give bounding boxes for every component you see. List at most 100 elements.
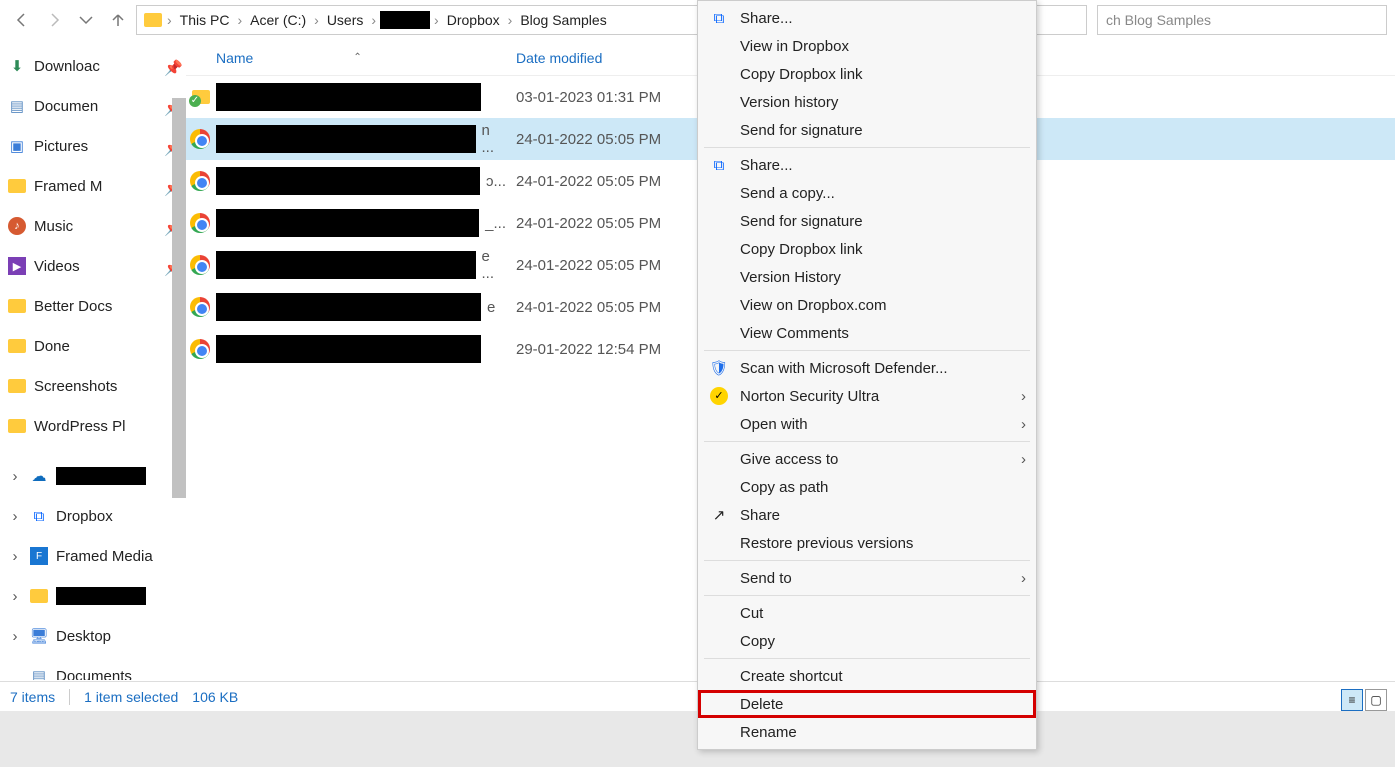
menu-item-send-to[interactable]: Send to› — [698, 564, 1036, 592]
menu-item-view-comments[interactable]: View Comments — [698, 319, 1036, 347]
sidebar-tree-dropbox[interactable]: › ⧉ Dropbox — [0, 496, 186, 536]
menu-item-label: Share... — [740, 10, 793, 27]
column-date[interactable]: Date modified — [506, 50, 706, 66]
file-name-redacted — [216, 83, 481, 111]
menu-item-label: View in Dropbox — [740, 38, 849, 55]
folder-icon — [30, 587, 48, 605]
crumb-this-pc[interactable]: This PC — [176, 10, 234, 30]
sidebar-item-music[interactable]: ♪ Music 📌 — [0, 206, 186, 246]
chevron-right-icon: › — [1021, 451, 1026, 468]
menu-item-create-shortcut[interactable]: Create shortcut — [698, 662, 1036, 690]
file-name-tail: n ... — [482, 122, 507, 156]
menu-separator — [704, 147, 1030, 148]
menu-item-cut[interactable]: Cut — [698, 599, 1036, 627]
sidebar-tree-documents[interactable]: ▤ Documents — [0, 656, 186, 680]
sidebar-item-documents[interactable]: ▤ Documen 📌 — [0, 86, 186, 126]
sidebar-item-label: Documents — [56, 668, 132, 681]
menu-item-norton-security-ultra[interactable]: ✓Norton Security Ultra› — [698, 382, 1036, 410]
sidebar-item-done[interactable]: Done — [0, 326, 186, 366]
menu-item-label: Send a copy... — [740, 185, 835, 202]
menu-item-send-a-copy[interactable]: Send a copy... — [698, 179, 1036, 207]
menu-item-copy-dropbox-link[interactable]: Copy Dropbox link — [698, 60, 1036, 88]
sidebar-tree-framed-media[interactable]: › F Framed Media — [0, 536, 186, 576]
menu-item-version-history[interactable]: Version history — [698, 88, 1036, 116]
sidebar-item-label: Framed M — [34, 178, 102, 195]
sidebar-item-pictures[interactable]: ▣ Pictures 📌 — [0, 126, 186, 166]
menu-item-label: Send to — [740, 570, 792, 587]
menu-item-send-for-signature[interactable]: Send for signature — [698, 207, 1036, 235]
file-name-redacted — [216, 251, 476, 279]
pictures-icon: ▣ — [8, 137, 26, 155]
menu-item-rename[interactable]: Rename — [698, 718, 1036, 746]
menu-item-scan-with-microsoft-defender[interactable]: 🛡Scan with Microsoft Defender... — [698, 354, 1036, 382]
norton-icon: ✓ — [708, 387, 730, 405]
file-date: 03-01-2023 01:31 PM — [506, 89, 706, 106]
separator — [69, 689, 70, 705]
crumb-blog-samples[interactable]: Blog Samples — [516, 10, 610, 30]
videos-icon: ▶ — [8, 257, 26, 275]
menu-item-copy[interactable]: Copy — [698, 627, 1036, 655]
context-menu: ⧉ Share... View in Dropbox Copy Dropbox lin… — [697, 0, 1037, 750]
column-name-label: Name — [216, 50, 253, 66]
menu-item-label: Delete — [740, 696, 783, 713]
menu-item-give-access-to[interactable]: Give access to› — [698, 445, 1036, 473]
search-input[interactable]: ch Blog Samples — [1097, 5, 1387, 35]
dropbox-icon: ⧉ — [708, 10, 730, 27]
view-large-button[interactable]: ▢ — [1365, 689, 1387, 711]
menu-item-label: Create shortcut — [740, 668, 843, 685]
sidebar-item-label: Screenshots — [34, 378, 117, 395]
chrome-icon — [190, 213, 210, 233]
sidebar-tree-desktop[interactable]: › 🖥 Desktop — [0, 616, 186, 656]
crumb-user-redacted[interactable] — [380, 11, 430, 29]
sidebar-item-downloads[interactable]: ⬇ Downloac 📌 — [0, 46, 186, 86]
pin-icon: 📌 — [164, 59, 178, 73]
sidebar-item-videos[interactable]: ▶ Videos 📌 — [0, 246, 186, 286]
nav-forward[interactable] — [40, 6, 68, 34]
menu-item-open-with[interactable]: Open with› — [698, 410, 1036, 438]
menu-item-view-in-dropbox[interactable]: View in Dropbox — [698, 32, 1036, 60]
menu-item-share[interactable]: ⧉Share... — [698, 151, 1036, 179]
crumb-drive[interactable]: Acer (C:) — [246, 10, 310, 30]
folder-icon — [8, 377, 26, 395]
file-name-redacted — [216, 125, 476, 153]
sidebar-item-label-redacted — [56, 467, 146, 485]
view-details-button[interactable]: ≡ — [1341, 689, 1363, 711]
music-icon: ♪ — [8, 217, 26, 235]
chrome-icon — [190, 255, 210, 275]
menu-item-send-for-signature[interactable]: Send for signature — [698, 116, 1036, 144]
file-name-redacted — [216, 335, 481, 363]
column-name[interactable]: Name ⌃ — [186, 50, 506, 66]
menu-separator — [704, 350, 1030, 351]
menu-item-label: Version history — [740, 94, 838, 111]
menu-item-label: Send for signature — [740, 213, 863, 230]
menu-item-share[interactable]: ↗Share — [698, 501, 1036, 529]
nav-recent[interactable] — [72, 6, 100, 34]
menu-item-restore-previous-versions[interactable]: Restore previous versions — [698, 529, 1036, 557]
sidebar-item-framed-m[interactable]: Framed M 📌 — [0, 166, 186, 206]
menu-item-copy-dropbox-link[interactable]: Copy Dropbox link — [698, 235, 1036, 263]
menu-item-delete[interactable]: Delete — [698, 690, 1036, 718]
sidebar-tree-onedrive[interactable]: › ☁ — [0, 456, 186, 496]
chevron-right-icon: › — [8, 468, 22, 485]
document-icon: ▤ — [30, 667, 48, 680]
nav-back[interactable] — [8, 6, 36, 34]
scrollbar-thumb[interactable] — [172, 98, 186, 498]
menu-item-version-history[interactable]: Version History — [698, 263, 1036, 291]
file-name-redacted — [216, 293, 481, 321]
crumb-dropbox[interactable]: Dropbox — [443, 10, 504, 30]
menu-item-label: Scan with Microsoft Defender... — [740, 360, 948, 377]
crumb-users[interactable]: Users — [323, 10, 368, 30]
column-date-label: Date modified — [516, 50, 602, 66]
sidebar-item-label: Framed Media — [56, 548, 153, 565]
file-name-redacted — [216, 209, 479, 237]
nav-up[interactable] — [104, 6, 132, 34]
sidebar-item-label: Done — [34, 338, 70, 355]
sidebar-tree-redacted[interactable]: › — [0, 576, 186, 616]
sidebar-item-screenshots[interactable]: Screenshots — [0, 366, 186, 406]
sidebar-item-wordpress[interactable]: WordPress Pl — [0, 406, 186, 446]
menu-item-copy-as-path[interactable]: Copy as path — [698, 473, 1036, 501]
menu-item-share[interactable]: ⧉ Share... — [698, 4, 1036, 32]
menu-item-view-on-dropbox-com[interactable]: View on Dropbox.com — [698, 291, 1036, 319]
menu-item-label: Open with — [740, 416, 808, 433]
sidebar-item-better-docs[interactable]: Better Docs — [0, 286, 186, 326]
